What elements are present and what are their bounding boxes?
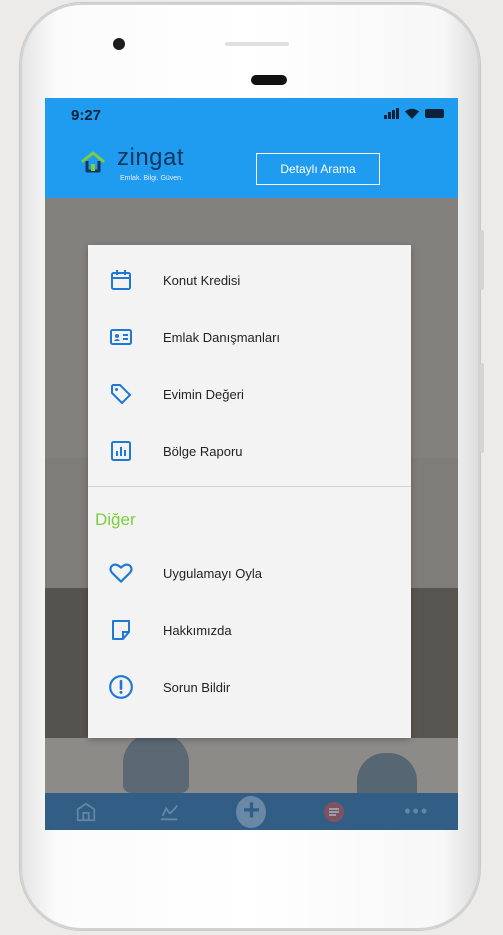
signal-icon xyxy=(384,108,399,119)
menu-item-label: Emlak Danışmanları xyxy=(163,329,281,345)
app-header: zingat Emlak. Bilgi. Güven. Detaylı Aram… xyxy=(45,130,458,198)
menu-item-label: Evimin Değeri xyxy=(163,386,244,402)
menu-item-label: Uygulamayı Oyla xyxy=(163,565,262,581)
menu-item-label: Hakkımızda xyxy=(163,622,232,638)
heart-icon xyxy=(108,560,134,586)
section-title-diger: Diğer xyxy=(95,510,136,529)
note-icon xyxy=(108,617,134,643)
battery-icon xyxy=(425,109,444,118)
phone-screen: 9:27 zingat Emlak. Bilgi. Güven. Detaylı… xyxy=(45,98,458,830)
calendar-icon xyxy=(108,267,134,293)
contact-card-icon xyxy=(108,324,134,350)
price-tag-icon xyxy=(108,381,134,407)
volume-button xyxy=(480,230,484,290)
menu-item-konut-kredisi[interactable]: Konut Kredisi xyxy=(88,260,411,300)
logo-tagline: Emlak. Bilgi. Güven. xyxy=(120,175,184,182)
wifi-icon xyxy=(405,108,419,119)
menu-item-sorun-bildir[interactable]: Sorun Bildir xyxy=(88,667,411,707)
earpiece-speaker xyxy=(251,75,287,85)
front-camera xyxy=(113,38,125,50)
menu-divider xyxy=(88,486,411,487)
more-icon[interactable]: ••• xyxy=(402,797,432,827)
status-bar: 9:27 xyxy=(45,98,458,130)
alert-circle-icon xyxy=(108,674,134,700)
menu-item-bolge-raporu[interactable]: Bölge Raporu xyxy=(88,431,411,471)
menu-item-uygulamayi-oyla[interactable]: Uygulamayı Oyla xyxy=(88,553,411,593)
menu-item-hakkimizda[interactable]: Hakkımızda xyxy=(88,610,411,650)
power-button xyxy=(480,363,484,453)
menu-item-emlak-danismanlari[interactable]: Emlak Danışmanları xyxy=(88,317,411,357)
logo-icon xyxy=(81,151,105,173)
menu-item-label: Bölge Raporu xyxy=(163,443,243,459)
bar-chart-icon xyxy=(108,438,134,464)
menu-item-evimin-degeri[interactable]: Evimin Değeri xyxy=(88,374,411,414)
bottom-nav: + ••• xyxy=(45,793,458,830)
menu-item-label: Sorun Bildir xyxy=(163,679,231,695)
sensor-slot xyxy=(225,42,289,46)
logo-text: zingat xyxy=(117,144,185,171)
add-icon[interactable]: + xyxy=(236,795,267,828)
menu-item-label: Konut Kredisi xyxy=(163,272,241,288)
menu-popup: Konut Kredisi Emlak Danışmanları Evimin … xyxy=(88,245,411,738)
message-icon[interactable] xyxy=(319,797,349,827)
status-time: 9:27 xyxy=(71,107,102,124)
checklist-icon[interactable] xyxy=(154,797,184,827)
detailed-search-button[interactable]: Detaylı Arama xyxy=(256,153,380,185)
home-icon[interactable] xyxy=(71,797,101,827)
